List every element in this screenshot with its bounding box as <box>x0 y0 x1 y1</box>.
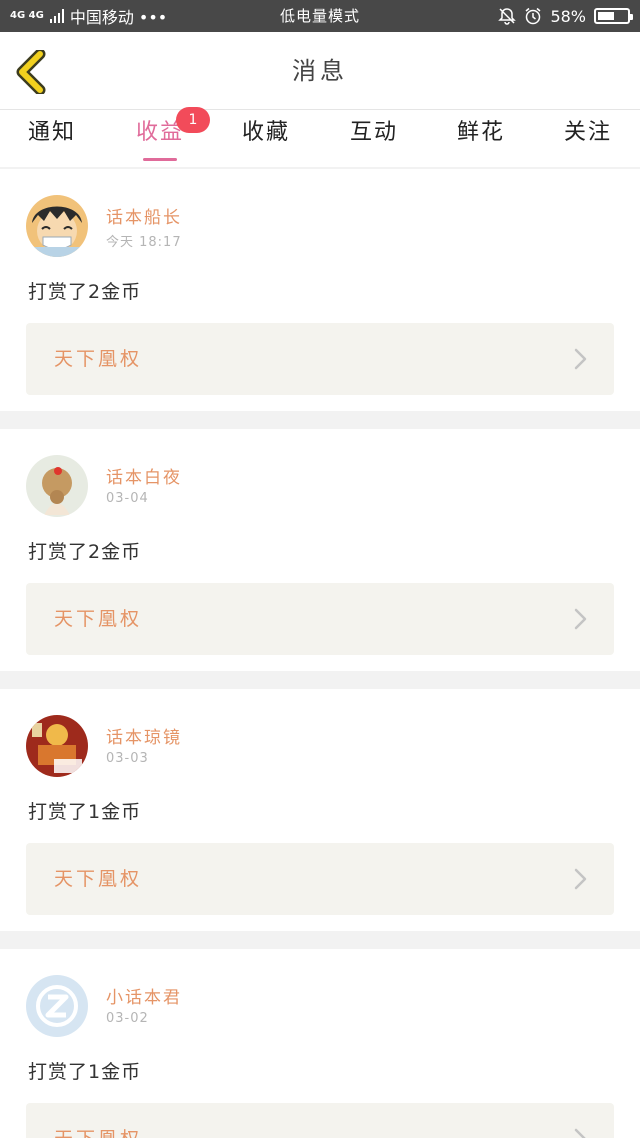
message-card: 小话本君 03-02 打赏了1金币 天下凰权 <box>0 949 640 1138</box>
message-time: 03-03 <box>106 751 149 766</box>
book-title: 天下凰权 <box>54 1103 142 1138</box>
message-card: 话本琼镜 03-03 打赏了1金币 天下凰权 <box>0 689 640 931</box>
user-name[interactable]: 小话本君 <box>106 983 182 1008</box>
avatar-illustration-icon <box>26 715 88 777</box>
book-title: 天下凰权 <box>54 348 143 370</box>
status-right: 58% <box>498 0 633 32</box>
avatar[interactable] <box>26 975 88 1037</box>
message-text: 打赏了1金币 <box>28 1061 142 1083</box>
message-text: 打赏了2金币 <box>28 281 142 303</box>
tab-label: 收藏 <box>241 120 290 145</box>
tab-notifications[interactable]: 通知 <box>12 118 92 163</box>
book-link[interactable]: 天下凰权 <box>26 583 614 655</box>
default-avatar-icon <box>26 975 88 1037</box>
message-card: 话本白夜 03-04 打赏了2金币 天下凰权 <box>0 429 640 671</box>
unread-badge: 1 <box>176 107 210 133</box>
chevron-right-icon <box>574 348 587 370</box>
avatar-girl-photo-icon <box>26 455 88 517</box>
page-title: 消息 <box>292 57 348 85</box>
tab-favorites[interactable]: 收藏 <box>226 118 306 163</box>
tab-earnings[interactable]: 收益 1 <box>120 107 210 163</box>
tab-label: 通知 <box>27 120 76 145</box>
avatar-cartoon-face-icon <box>26 195 88 257</box>
tab-bar: 通知 收益 1 收藏 互动 鲜花 关注 <box>0 107 640 167</box>
message-time: 03-04 <box>106 491 149 506</box>
tab-flowers[interactable]: 鲜花 <box>441 118 521 163</box>
user-name[interactable]: 话本琼镜 <box>106 723 182 748</box>
tab-interactions[interactable]: 互动 <box>334 118 414 163</box>
book-title: 天下凰权 <box>54 608 143 630</box>
battery-percent: 58% <box>550 6 586 26</box>
avatar[interactable] <box>26 455 88 517</box>
tab-label: 鲜花 <box>456 120 505 145</box>
avatar[interactable] <box>26 195 88 257</box>
tab-following[interactable]: 关注 <box>548 118 628 163</box>
message-card: 话本船长 今天 18:17 打赏了2金币 天下凰权 <box>0 169 640 411</box>
battery-icon <box>594 8 633 24</box>
book-title: 天下凰权 <box>54 868 143 890</box>
navigation-bar: 消息 <box>0 32 640 110</box>
tab-label: 互动 <box>349 120 398 145</box>
alarm-icon <box>525 7 541 25</box>
user-name[interactable]: 话本白夜 <box>106 463 182 488</box>
message-text: 打赏了2金币 <box>28 541 142 563</box>
user-name[interactable]: 话本船长 <box>106 203 182 228</box>
book-link[interactable]: 天下凰权 <box>26 323 614 395</box>
book-link[interactable]: 天下凰权 <box>26 843 614 915</box>
chevron-right-icon <box>574 1128 586 1138</box>
message-text: 打赏了1金币 <box>28 801 142 823</box>
tab-label: 关注 <box>563 120 612 145</box>
chevron-right-icon <box>574 868 587 890</box>
bell-off-icon <box>498 8 517 25</box>
chevron-right-icon <box>574 608 587 630</box>
message-time: 03-02 <box>106 1011 149 1026</box>
message-time: 今天 18:17 <box>106 235 182 250</box>
status-bar: 4G 4G 中国移动 ••• 低电量模式 58% <box>0 0 640 32</box>
avatar[interactable] <box>26 715 88 777</box>
book-link[interactable]: 天下凰权 <box>26 1103 614 1138</box>
active-tab-indicator <box>143 158 177 161</box>
